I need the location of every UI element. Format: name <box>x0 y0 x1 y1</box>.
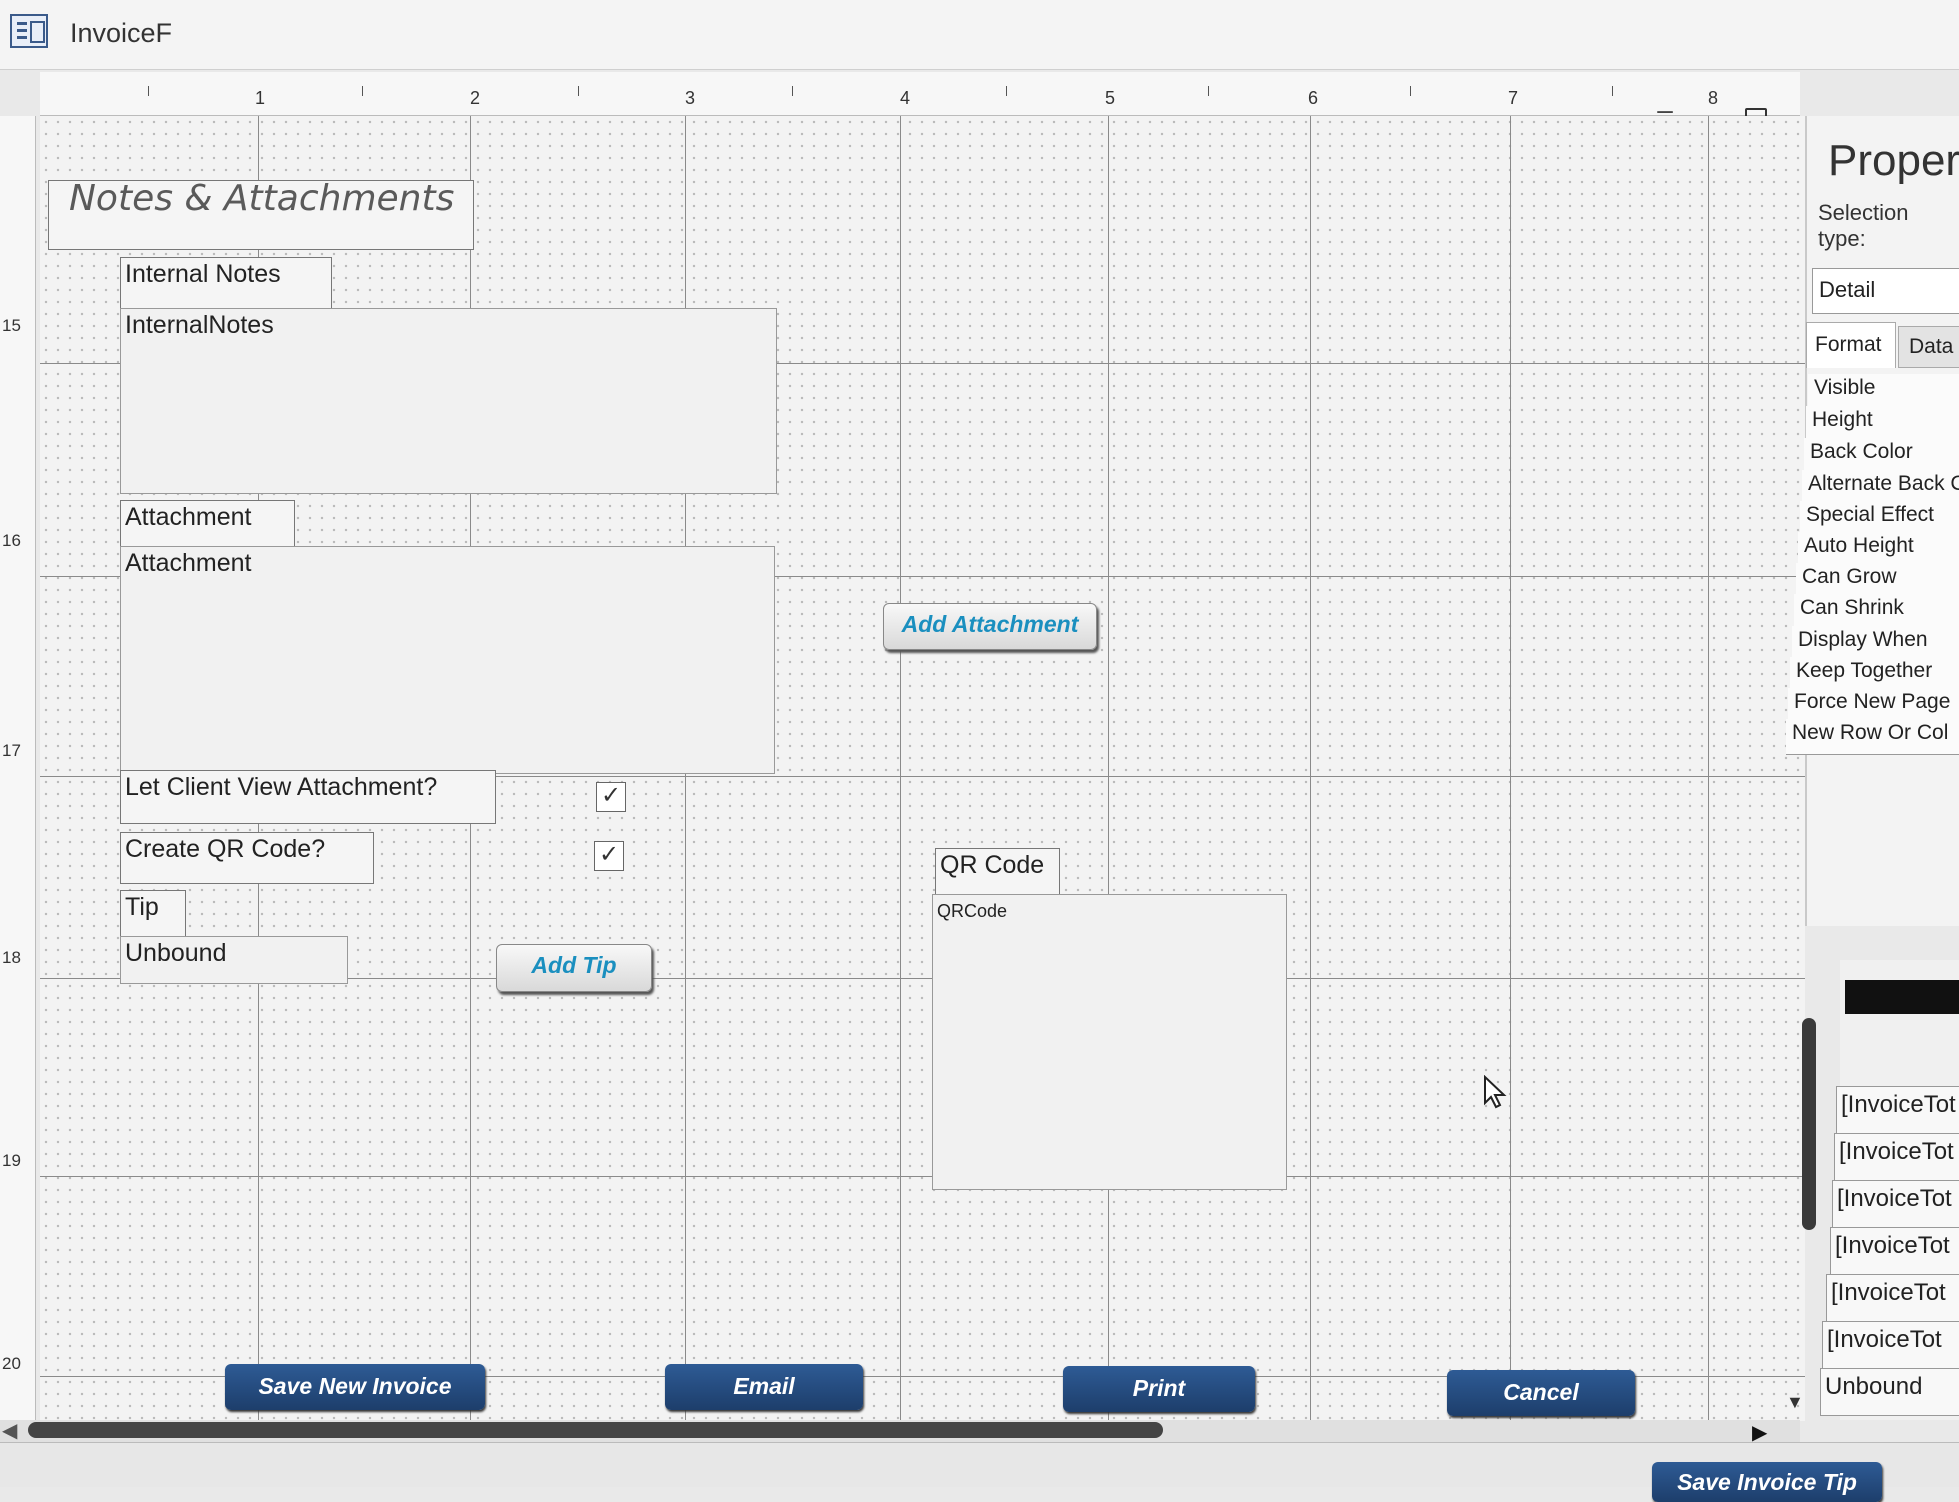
property-back-color[interactable]: Back Color <box>1804 438 1959 474</box>
field-invoice-total-2[interactable]: [InvoiceTot <box>1834 1133 1959 1181</box>
let-client-view-checkbox[interactable]: ✓ <box>596 782 626 812</box>
attachment-control[interactable]: Attachment <box>120 546 775 774</box>
property-height[interactable]: Height <box>1806 406 1959 442</box>
tab-format[interactable]: Format <box>1806 322 1896 368</box>
vruler-mark-17: 17 <box>2 741 21 760</box>
vertical-ruler: 15 16 17 18 19 20 <box>0 116 36 1426</box>
tab-data[interactable]: Data <box>1898 326 1959 368</box>
add-attachment-button[interactable]: Add Attachment <box>883 603 1097 650</box>
scroll-down-arrow-icon[interactable]: ▼ <box>1786 1392 1804 1413</box>
field-invoice-total-5[interactable]: [InvoiceTot <box>1826 1274 1959 1322</box>
email-button[interactable]: Email <box>665 1364 863 1410</box>
tip-label[interactable]: Tip <box>120 890 186 938</box>
form-icon <box>10 14 48 48</box>
ruler-mark-4: 4 <box>900 88 911 108</box>
field-invoice-total-3[interactable]: [InvoiceTot <box>1832 1180 1959 1228</box>
vruler-mark-16: 16 <box>2 531 21 550</box>
internal-notes-textbox[interactable]: InternalNotes <box>120 308 777 494</box>
vertical-scrollbar-thumb[interactable] <box>1802 1018 1816 1230</box>
internal-notes-label[interactable]: Internal Notes <box>120 257 332 311</box>
ruler-mark-2: 2 <box>470 88 481 108</box>
qr-code-image-control[interactable]: QRCode <box>932 894 1287 1190</box>
ruler-mark-6: 6 <box>1308 88 1319 108</box>
ruler-mark-5: 5 <box>1105 88 1116 108</box>
print-button[interactable]: Print <box>1063 1366 1255 1412</box>
field-invoice-total-1[interactable]: [InvoiceTot <box>1836 1086 1959 1134</box>
property-can-shrink[interactable]: Can Shrink <box>1794 594 1959 630</box>
add-tip-button[interactable]: Add Tip <box>496 944 652 992</box>
field-invoice-total-6[interactable]: [InvoiceTot <box>1822 1321 1959 1369</box>
qr-code-label[interactable]: QR Code <box>935 848 1060 898</box>
vruler-mark-15: 15 <box>2 316 21 335</box>
property-sheet-title: Proper <box>1828 136 1959 185</box>
mouse-pointer-icon <box>1484 1075 1507 1109</box>
ruler-mark-8: 8 <box>1708 88 1719 108</box>
horizontal-scrollbar-thumb[interactable] <box>28 1422 1163 1438</box>
save-invoice-tip-button[interactable]: Save Invoice Tip <box>1652 1462 1882 1502</box>
ruler-mark-7: 7 <box>1508 88 1519 108</box>
create-qr-label[interactable]: Create QR Code? <box>120 832 374 884</box>
property-new-row-or-col[interactable]: New Row Or Col <box>1786 719 1959 755</box>
field-invoice-total-4[interactable]: [InvoiceTot <box>1830 1227 1959 1275</box>
title-bar <box>0 0 1959 70</box>
create-qr-checkbox[interactable]: ✓ <box>594 841 624 871</box>
tip-textbox[interactable]: Unbound <box>120 936 348 984</box>
selection-type-dropdown[interactable]: Detail <box>1812 268 1959 314</box>
property-visible[interactable]: Visible <box>1808 374 1959 410</box>
cancel-button[interactable]: Cancel <box>1447 1370 1635 1416</box>
save-new-invoice-button[interactable]: Save New Invoice <box>225 1364 485 1410</box>
vruler-mark-19: 19 <box>2 1151 21 1170</box>
let-client-view-label[interactable]: Let Client View Attachment? <box>120 770 496 824</box>
ruler-mark-3: 3 <box>685 88 696 108</box>
horizontal-ruler: 1 2 3 4 5 6 7 8 <box>40 72 1800 116</box>
attachment-label[interactable]: Attachment <box>120 500 295 550</box>
vruler-mark-18: 18 <box>2 948 21 967</box>
scroll-left-arrow-icon[interactable]: ◀ <box>2 1418 17 1443</box>
field-list-header <box>1845 980 1959 1014</box>
ruler-mark-1: 1 <box>255 88 266 108</box>
window-title: InvoiceF <box>70 18 173 48</box>
notes-attachments-heading[interactable]: Notes & Attachments <box>48 180 474 250</box>
vruler-mark-20: 20 <box>2 1354 21 1373</box>
field-unbound[interactable]: Unbound <box>1820 1368 1959 1416</box>
selection-type-label: Selection type: <box>1818 200 1909 251</box>
